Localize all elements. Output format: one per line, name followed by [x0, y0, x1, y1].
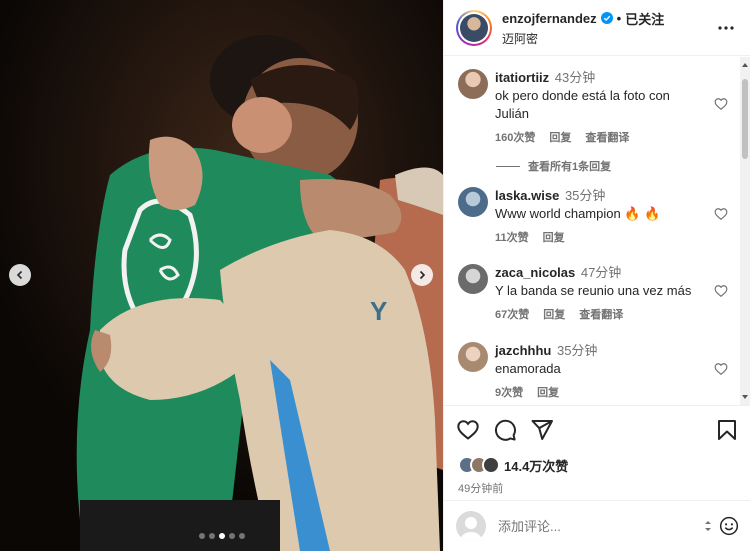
comment-time: 47分钟: [580, 265, 622, 280]
comment-time: 35分钟: [564, 188, 606, 203]
more-horizontal-icon: [718, 25, 734, 30]
comment-likes[interactable]: 160次赞: [495, 129, 535, 145]
liker-avatar: [482, 456, 500, 474]
comment-likes[interactable]: 67次赞: [495, 306, 529, 322]
commenter-username[interactable]: zaca_nicolas: [495, 265, 575, 280]
carousel-dot-active: [218, 533, 225, 539]
chevron-right-icon: [419, 270, 426, 280]
comments-list[interactable]: itatiortiiz 43分钟 ok pero donde está la f…: [444, 57, 741, 405]
reply-button[interactable]: 回复: [543, 229, 565, 245]
comment-text: Y la banda se reunio una vez más: [495, 283, 692, 298]
comment-text: ok pero donde está la foto con Julián: [495, 88, 670, 121]
verified-badge-icon: [600, 12, 613, 24]
translate-button[interactable]: 查看翻译: [585, 129, 629, 145]
reply-button[interactable]: 回复: [543, 306, 565, 322]
comment-likes[interactable]: 11次赞: [495, 229, 529, 245]
liked-by-avatars[interactable]: [458, 456, 500, 474]
carousel-next-button[interactable]: [411, 264, 433, 286]
comment-like-heart-icon[interactable]: [714, 207, 728, 221]
following-status-button[interactable]: 已关注: [625, 9, 664, 28]
commenter-username[interactable]: jazchhhu: [495, 343, 551, 358]
comment-like-heart-icon[interactable]: [714, 97, 728, 111]
carousel-prev-button[interactable]: [9, 264, 31, 286]
comment-time: 35分钟: [556, 343, 598, 358]
chevron-left-icon: [16, 270, 23, 280]
carousel-dot: [238, 533, 245, 539]
carousel-dot: [228, 533, 235, 539]
comment-likes[interactable]: 9次赞: [495, 384, 523, 400]
translate-button[interactable]: 查看翻译: [579, 306, 623, 322]
comments-scrollbar[interactable]: [740, 57, 750, 405]
reply-button[interactable]: 回复: [537, 384, 559, 400]
post-header: enzojfernandez • 已关注 迈阿密: [444, 0, 750, 56]
commenter-avatar[interactable]: [458, 69, 488, 99]
more-options-button[interactable]: [714, 16, 738, 40]
save-bookmark-icon[interactable]: [715, 418, 739, 442]
post-actions-section: 14.4万次赞 49分钟前: [444, 405, 750, 496]
share-send-icon[interactable]: [530, 418, 554, 442]
resize-handle-icon[interactable]: [703, 519, 713, 533]
replies-divider: [496, 165, 520, 167]
separator-dot: •: [616, 10, 622, 26]
author-username[interactable]: enzojfernandez: [502, 11, 597, 26]
post-side-panel: enzojfernandez • 已关注 迈阿密 itatiortiiz 43分…: [443, 0, 750, 551]
commenter-username[interactable]: itatiortiiz: [495, 70, 549, 85]
current-user-avatar: [456, 511, 486, 541]
commenter-username[interactable]: laska.wise: [495, 188, 559, 203]
post-timestamp[interactable]: 49分钟前: [444, 480, 750, 496]
post-location[interactable]: 迈阿密: [502, 30, 714, 47]
comment-time: 43分钟: [554, 70, 596, 85]
comment-like-heart-icon[interactable]: [714, 362, 728, 376]
scroll-up-arrow-icon[interactable]: [742, 63, 748, 67]
post-viewer: Y enzojfernandez • 已关注 迈阿密 itatiortiiz 4…: [0, 0, 750, 551]
post-photo: Y: [0, 0, 443, 551]
post-likes-count[interactable]: 14.4万次赞: [504, 456, 568, 475]
emoji-icon[interactable]: [719, 516, 739, 536]
add-comment-input[interactable]: [498, 518, 703, 534]
post-media[interactable]: Y: [0, 0, 443, 551]
commenter-avatar[interactable]: [458, 264, 488, 294]
like-heart-icon[interactable]: [456, 418, 480, 442]
view-all-replies-button[interactable]: 查看所有1条回复: [496, 158, 611, 174]
avatar-image: [460, 13, 488, 42]
view-replies-label: 查看所有1条回复: [528, 161, 612, 173]
add-comment-bar: [444, 500, 750, 551]
comment-text: enamorada: [495, 361, 561, 376]
svg-text:Y: Y: [370, 296, 387, 326]
scroll-down-arrow-icon[interactable]: [742, 395, 748, 399]
comment-text: Www world champion 🔥 🔥: [495, 206, 661, 221]
reply-button[interactable]: 回复: [549, 129, 571, 145]
carousel-dot: [198, 533, 205, 539]
carousel-indicator: [0, 533, 443, 539]
carousel-dot: [208, 533, 215, 539]
commenter-avatar[interactable]: [458, 342, 488, 372]
comment-bubble-icon[interactable]: [493, 418, 517, 442]
scrollbar-thumb[interactable]: [742, 79, 748, 159]
author-avatar[interactable]: [456, 9, 492, 46]
default-user-icon: [460, 517, 482, 541]
comment-like-heart-icon[interactable]: [714, 284, 728, 298]
commenter-avatar[interactable]: [458, 187, 488, 217]
